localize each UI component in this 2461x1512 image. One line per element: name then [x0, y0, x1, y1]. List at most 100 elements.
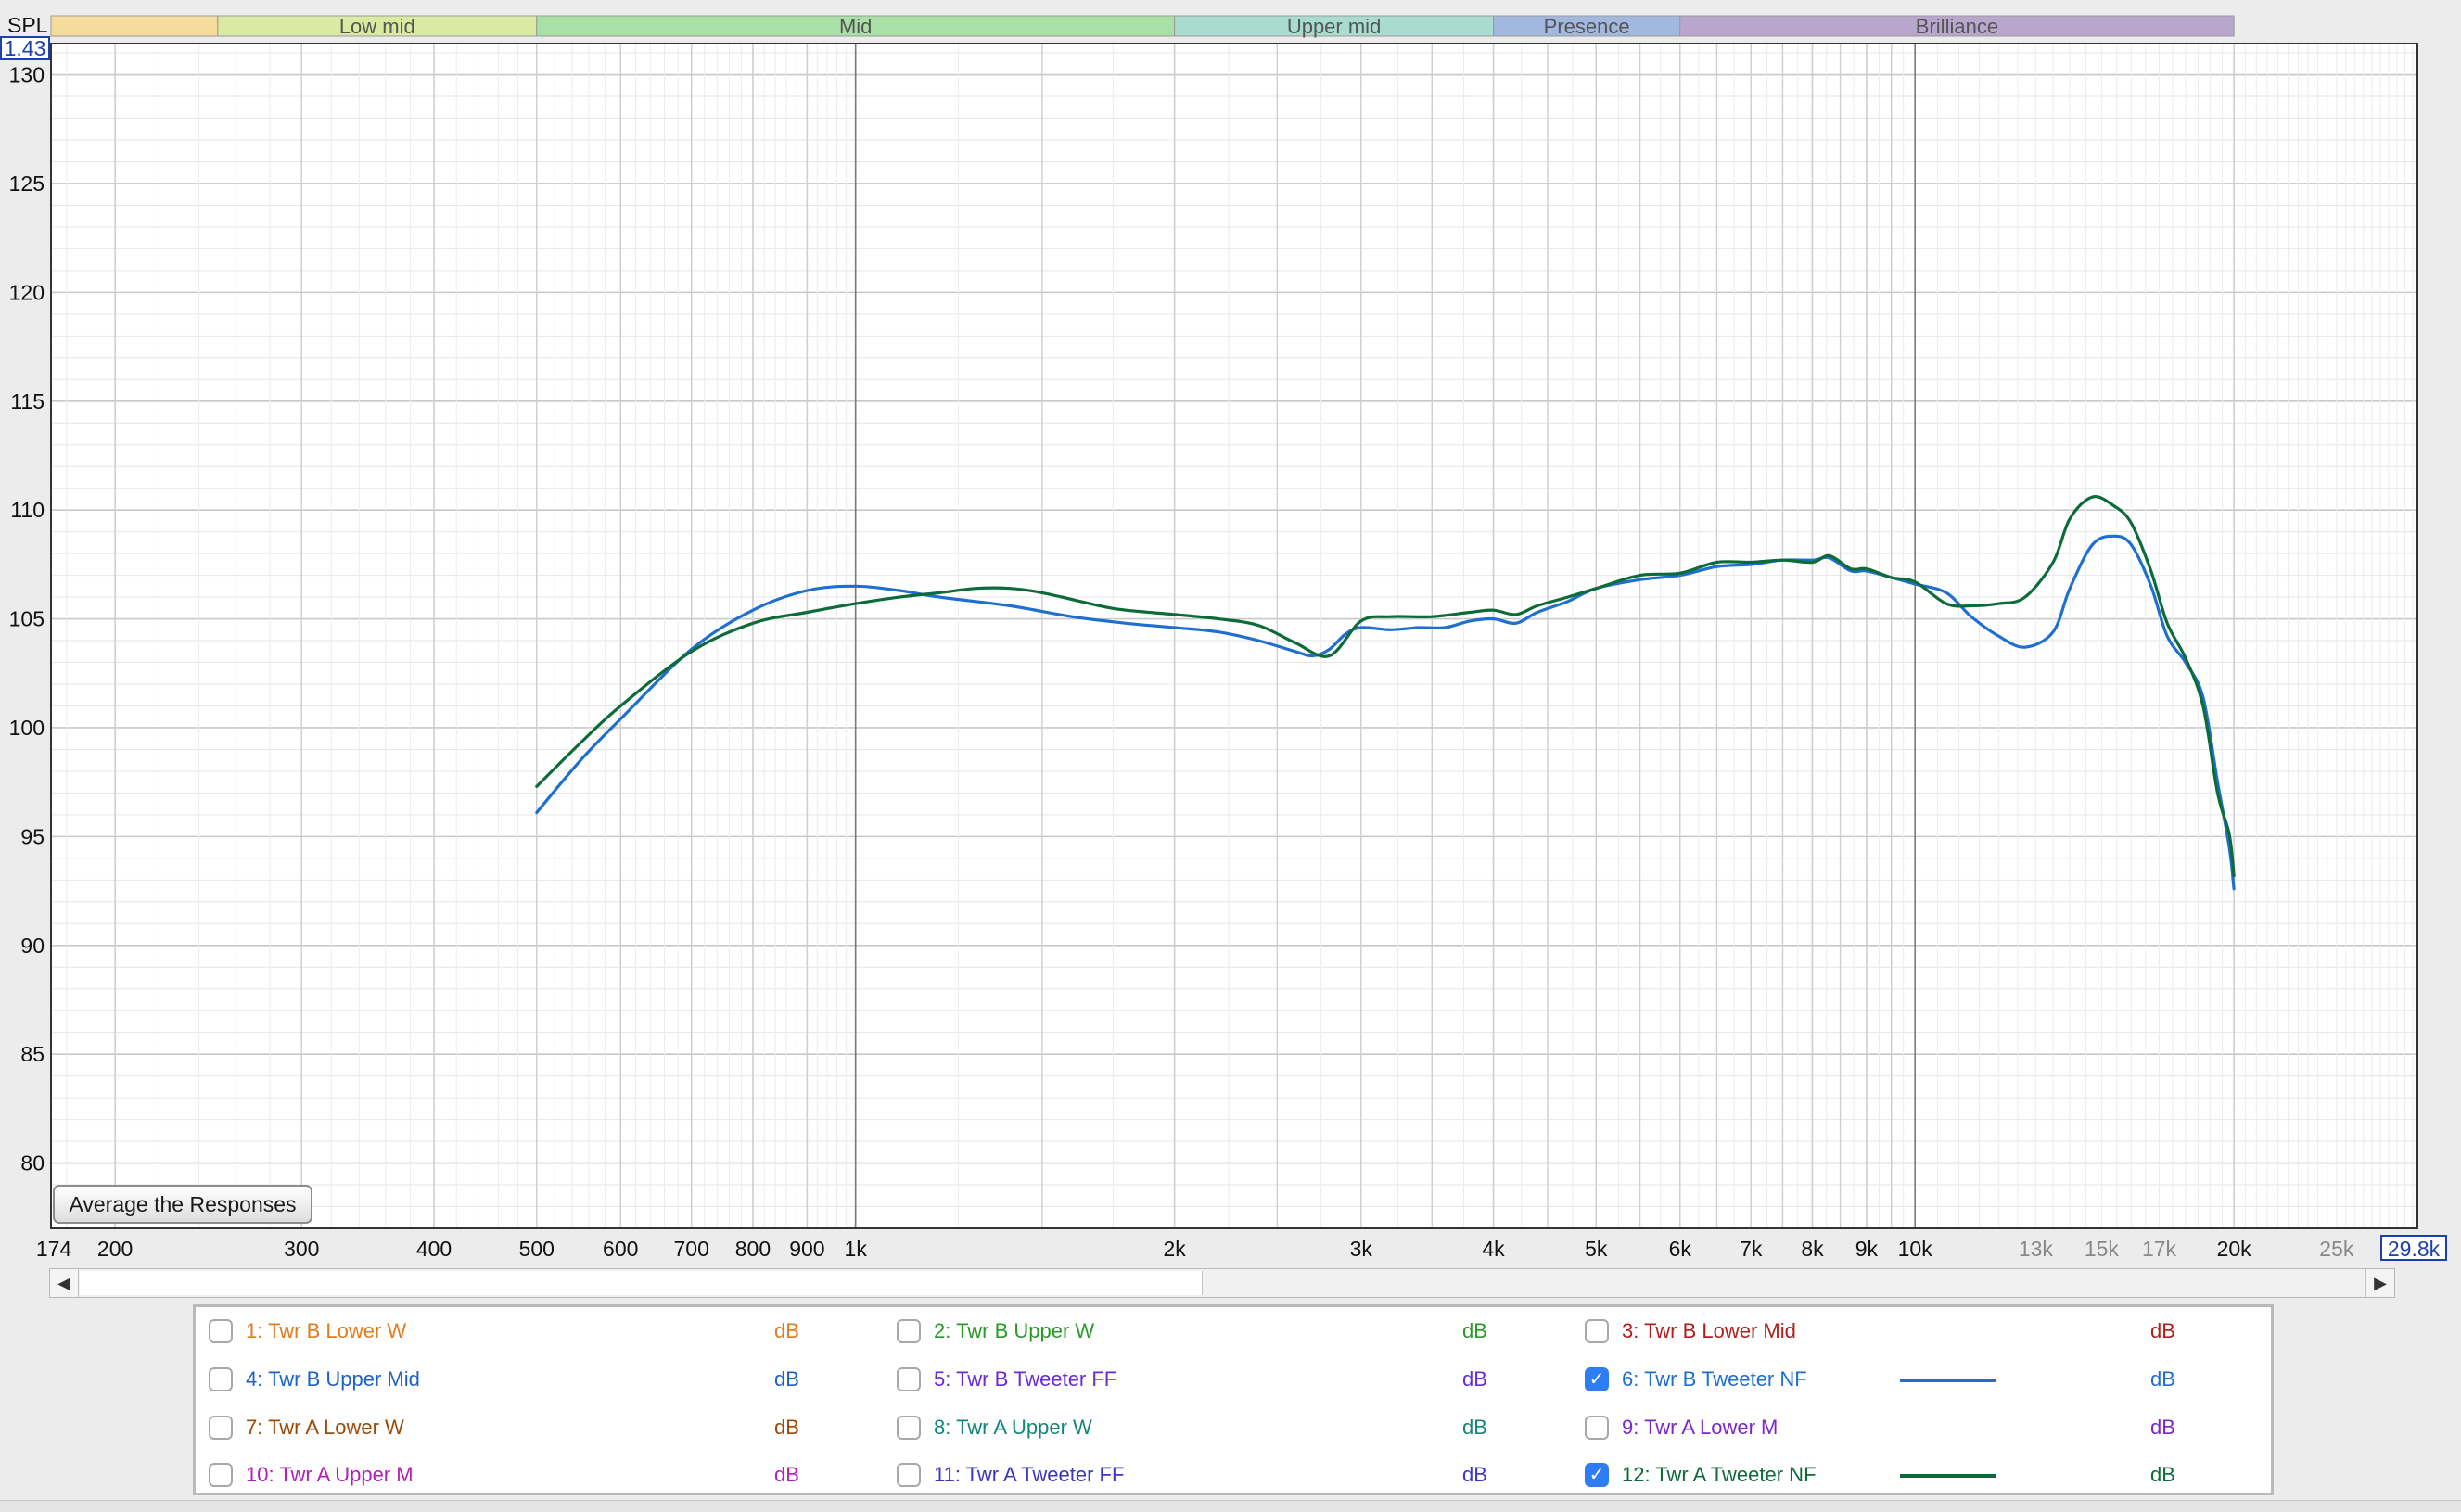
x-tick-label: 20k — [2217, 1237, 2252, 1261]
legend-unit: dB — [774, 1367, 799, 1391]
x-tick-label: 13k — [2019, 1237, 2054, 1261]
x-tick-label: 800 — [735, 1237, 771, 1261]
legend-unit: dB — [774, 1319, 799, 1342]
legend-unit: dB — [1462, 1319, 1487, 1342]
legend-item[interactable]: 8: Twr A Upper W dB — [897, 1409, 1546, 1446]
y-tick-label: 115 — [10, 389, 45, 413]
legend-name: 2: Twr B Upper W — [934, 1319, 1095, 1342]
legend-checkbox[interactable] — [1585, 1367, 1609, 1391]
y-tick-label: 130 — [9, 63, 45, 87]
legend-name: 5: Twr B Tweeter FF — [934, 1367, 1117, 1391]
legend-item[interactable]: 6: Twr B Tweeter NF dB — [1585, 1361, 2234, 1398]
legend-unit: dB — [774, 1463, 799, 1486]
legend-checkbox[interactable] — [209, 1367, 233, 1391]
legend-item[interactable]: 2: Twr B Upper W dB — [897, 1313, 1546, 1350]
x-tick-label: 8k — [1801, 1237, 1824, 1261]
x-tick-label: 700 — [674, 1237, 709, 1261]
legend-checkbox[interactable] — [897, 1367, 921, 1391]
band-0 — [50, 15, 219, 37]
x-tick-label: 25k — [2319, 1237, 2354, 1261]
y-tick-label: 120 — [9, 280, 45, 304]
frequency-response-graph[interactable]: Low mid Mid Upper mid Presence Brilliance 13… — [0, 0, 2461, 1265]
x-tick-label: 2k — [1163, 1237, 1186, 1261]
x-tick-label: 600 — [603, 1237, 638, 1261]
x-tick-label: 4k — [1482, 1237, 1505, 1261]
y-tick-label: 90 — [20, 934, 45, 958]
legend-item[interactable]: 7: Twr A Lower W dB — [209, 1409, 858, 1446]
x-tick-label: 400 — [416, 1237, 452, 1261]
scroll-left-icon[interactable]: ◀ — [50, 1269, 79, 1297]
legend-name: 12: Twr A Tweeter NF — [1622, 1463, 1817, 1486]
y-tick-label: 95 — [20, 824, 45, 848]
x-tick-label: 5k — [1585, 1237, 1608, 1261]
legend-checkbox[interactable] — [1585, 1319, 1609, 1343]
x-tick-label: 17k — [2142, 1237, 2177, 1261]
x-tick-label: 7k — [1740, 1237, 1763, 1261]
legend-name: 11: Twr A Tweeter FF — [934, 1463, 1125, 1486]
legend-item[interactable]: 4: Twr B Upper Mid dB — [209, 1361, 858, 1398]
x-axis-labels: 200 300 400 500 600 700 800 900 1k 2k 3k 4k 5k 6k 7k 8k… — [97, 1237, 2354, 1261]
legend-unit: dB — [1462, 1416, 1487, 1439]
horizontal-scrollbar[interactable]: ◀ ▶ — [49, 1268, 2395, 1298]
legend-item[interactable]: 11: Twr A Tweeter FF dB — [897, 1456, 1546, 1493]
legend-item[interactable]: 9: Twr A Lower M dB — [1585, 1409, 2234, 1446]
legend-name: 10: Twr A Upper M — [246, 1463, 414, 1486]
x-tick-label: 300 — [284, 1237, 319, 1261]
y-tick-label: 80 — [20, 1151, 45, 1175]
legend-unit: dB — [2150, 1367, 2175, 1391]
legend-unit: dB — [2150, 1416, 2175, 1439]
band-label: Upper mid — [1287, 15, 1381, 38]
legend-name: 6: Twr B Tweeter NF — [1622, 1367, 1807, 1391]
legend-checkbox[interactable] — [897, 1463, 921, 1487]
x-readout[interactable]: 29.8k — [2388, 1237, 2441, 1261]
spl-label: SPL — [7, 13, 48, 37]
legend-checkbox[interactable] — [209, 1319, 233, 1343]
legend-item[interactable]: 3: Twr B Lower Mid dB — [1585, 1313, 2234, 1350]
legend-name: 7: Twr A Lower W — [246, 1416, 404, 1439]
legend-unit: dB — [774, 1416, 799, 1439]
y-tick-label: 105 — [9, 607, 45, 631]
legend-unit: dB — [2150, 1319, 2175, 1342]
band-label: Presence — [1544, 15, 1630, 38]
legend-name: 4: Twr B Upper Mid — [246, 1367, 420, 1391]
legend-unit: dB — [1462, 1463, 1487, 1486]
x-tick-label: 3k — [1350, 1237, 1373, 1261]
legend-item[interactable]: 5: Twr B Tweeter FF dB — [897, 1361, 1546, 1398]
bottom-status-strip — [0, 1500, 2461, 1512]
scrollbar-thumb[interactable] — [80, 1271, 1203, 1295]
legend-checkbox[interactable] — [1585, 1463, 1609, 1487]
legend-name: 3: Twr B Lower Mid — [1622, 1319, 1796, 1342]
x-tick-label: 15k — [2085, 1237, 2120, 1261]
legend-item[interactable]: 10: Twr A Upper M dB — [209, 1456, 858, 1493]
x-start-label: 174 — [36, 1237, 72, 1261]
x-tick-label: 6k — [1669, 1237, 1692, 1261]
y-tick-label: 125 — [9, 172, 45, 196]
legend-name: 1: Twr B Lower W — [246, 1319, 407, 1342]
y-tick-label: 110 — [10, 498, 45, 522]
legend-checkbox[interactable] — [209, 1463, 233, 1487]
legend-unit: dB — [2150, 1463, 2175, 1486]
legend-line-swatch — [1900, 1474, 1996, 1478]
y-axis-labels: 130 125 120 115 110 105 100 95 90 85 80 — [9, 63, 45, 1175]
y-readout[interactable]: 1.43 — [5, 36, 46, 60]
x-tick-label: 900 — [789, 1237, 824, 1261]
legend-checkbox[interactable] — [897, 1416, 921, 1440]
legend-line-swatch — [1900, 1379, 1996, 1382]
x-tick-label: 200 — [97, 1237, 133, 1261]
scroll-right-icon[interactable]: ▶ — [2365, 1269, 2394, 1297]
y-tick-label: 85 — [20, 1042, 45, 1066]
legend-item[interactable]: 1: Twr B Lower W dB — [209, 1313, 858, 1350]
band-label: Mid — [839, 15, 872, 38]
legend-name: 9: Twr A Lower M — [1622, 1416, 1779, 1439]
frequency-band-bar: Low mid Mid Upper mid Presence Brilliance — [50, 15, 2235, 38]
band-label: Brilliance — [1916, 15, 1998, 38]
x-tick-label: 1k — [845, 1237, 868, 1261]
average-responses-button[interactable]: Average the Responses — [53, 1185, 312, 1224]
legend-checkbox[interactable] — [897, 1319, 921, 1343]
legend-checkbox[interactable] — [209, 1416, 233, 1440]
y-tick-label: 100 — [9, 716, 45, 740]
legend-checkbox[interactable] — [1585, 1416, 1609, 1440]
legend-name: 8: Twr A Upper W — [934, 1416, 1092, 1439]
x-tick-label: 500 — [519, 1237, 555, 1261]
legend-item[interactable]: 12: Twr A Tweeter NF dB — [1585, 1456, 2234, 1493]
